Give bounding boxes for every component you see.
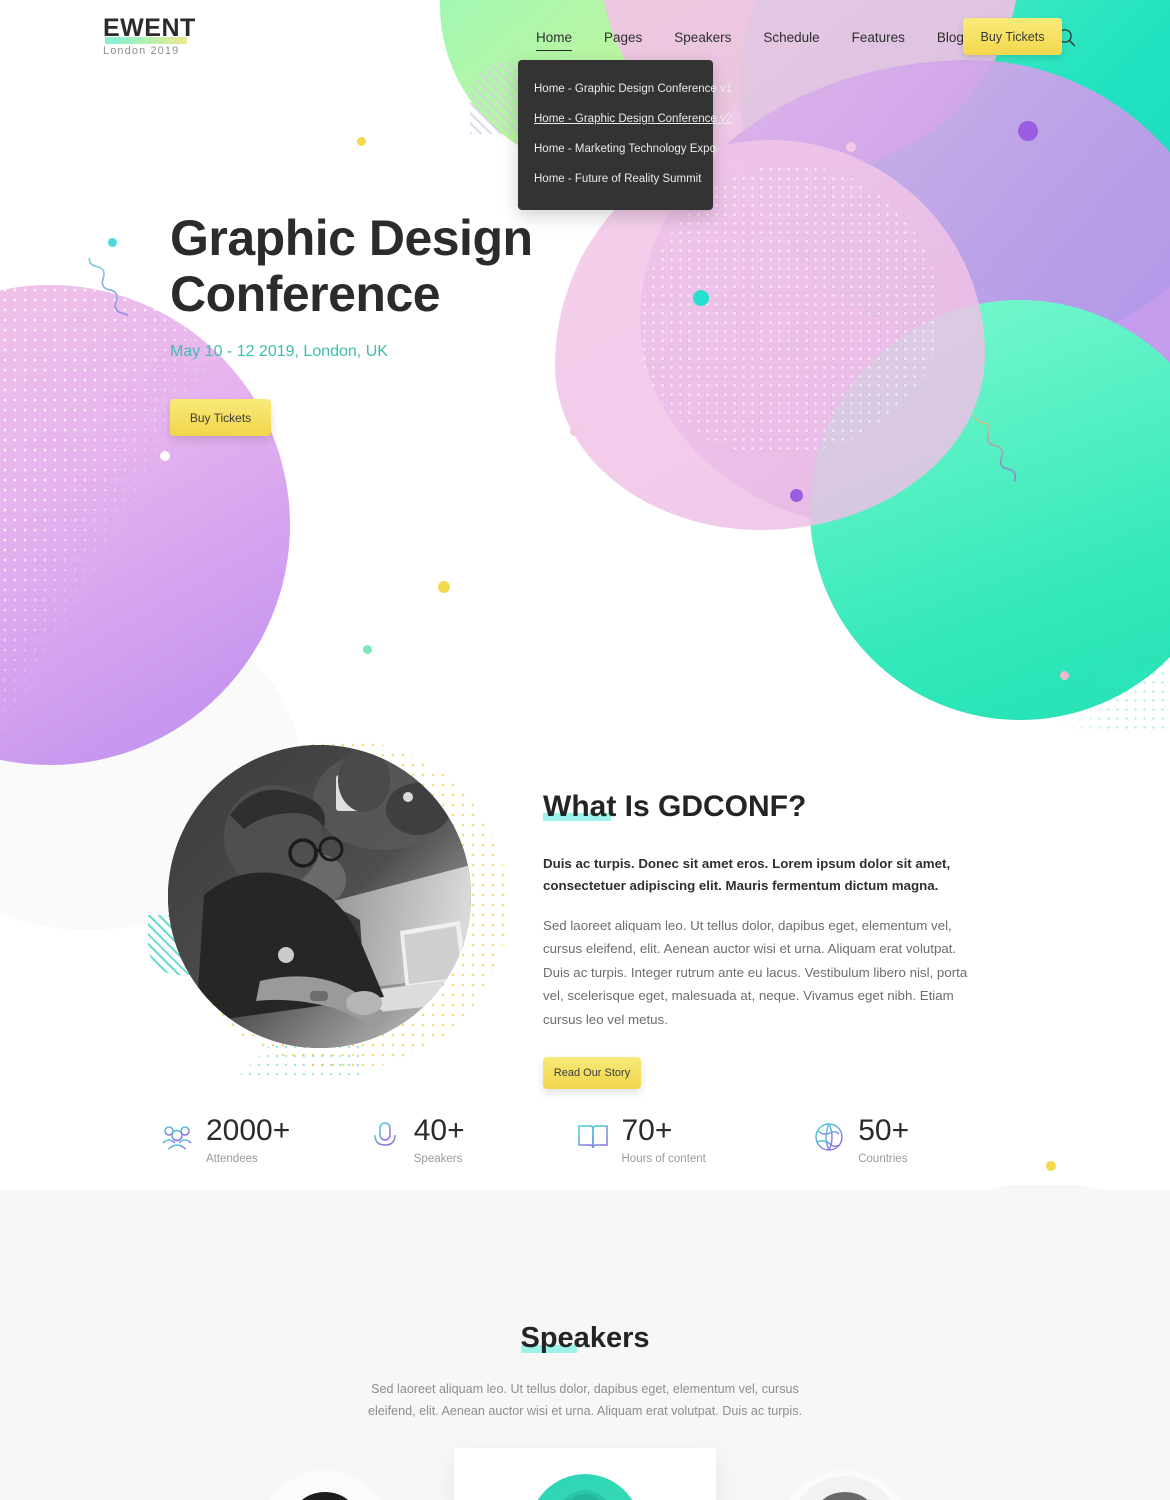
squiggle-line-left [82,258,128,326]
accent-dot-yellow-right [1046,1161,1056,1171]
stat-body: 70+ Hours of content [621,1114,706,1166]
book-icon [576,1120,610,1154]
dropdown-item-v1[interactable]: Home - Graphic Design Conference v1 [518,74,732,104]
accent-dot-cyan [108,238,117,247]
accent-dot-pink-right [1060,671,1069,680]
stat-body: 40+ Speakers [413,1114,465,1166]
blob-teal-lower [810,300,1170,720]
hero-subtitle: May 10 - 12 2019, London, UK [170,343,388,360]
about-section: What Is GDCONF? Duis ac turpis. Donec si… [543,790,973,1090]
speaker-cards-row [0,1448,1170,1500]
speakers-title: Speakers [520,1322,650,1354]
accent-dot-teal-large [693,290,709,306]
hero-title-line2: Conference [170,266,441,322]
speaker-card-left[interactable] [194,1448,456,1500]
logo-text: EWENT [103,14,196,44]
about-lead-paragraph: Duis ac turpis. Donec sit amet eros. Lor… [543,856,951,893]
buy-tickets-button-nav[interactable]: Buy Tickets [963,18,1062,55]
stat-speakers: 40+ Speakers [368,1116,576,1165]
hero-section: Graphic Design Conference May 10 - 12 20… [170,210,533,436]
dropdown-item-v2[interactable]: Home - Graphic Design Conference v2 [518,104,732,134]
people-icon [160,1120,194,1154]
wave-divider [0,1185,1170,1305]
speaker-avatar-center [529,1474,641,1500]
about-title-wrap: What Is GDCONF? [543,790,806,823]
logo[interactable]: EWENT London 2019 [103,14,196,58]
globe-icon [812,1120,846,1154]
buy-tickets-button-hero[interactable]: Buy Tickets [170,399,271,436]
nav-item-features[interactable]: Features [836,26,921,49]
stat-label: Hours of content [621,1153,706,1165]
hero-title: Graphic Design Conference [170,210,533,322]
nav-item-pages[interactable]: Pages [588,26,658,49]
speakers-header: Speakers Sed laoreet aliquam leo. Ut tel… [0,1322,1170,1422]
accent-dot-purple [790,489,803,502]
dropdown-item-marketing-expo[interactable]: Home - Marketing Technology Expo [518,134,716,164]
nav-item-home[interactable]: Home [520,26,588,51]
stat-label: Speakers [413,1153,463,1165]
logo-tagline: London 2019 [103,45,180,57]
page-root: EWENT London 2019 Home Pages Speakers Sc… [0,0,1170,1500]
stat-body: 50+ Countries [858,1114,910,1166]
home-dropdown-menu: Home - Graphic Design Conference v1 Home… [518,60,732,210]
accent-dot-yellow [357,137,366,146]
stat-label: Attendees [206,1153,258,1165]
stat-body: 2000+ Attendees [206,1114,291,1166]
stat-countries: 50+ Countries [812,1116,1020,1165]
hero-title-line1: Graphic Design [170,210,533,266]
accent-dot-pink [846,142,856,152]
stat-number: 40+ [413,1114,465,1147]
squiggle-line-right [968,415,1017,482]
dot-texture-teal [1050,615,1170,735]
accent-dot-white [160,451,170,461]
accent-dot-green [363,645,372,654]
stat-attendees: 2000+ Attendees [160,1116,368,1165]
about-title: What Is GDCONF? [543,790,807,823]
nav-item-speakers[interactable]: Speakers [658,26,747,49]
dropdown-item-reality-summit[interactable]: Home - Future of Reality Summit [518,164,713,194]
stat-number: 2000+ [206,1114,291,1147]
stat-label: Countries [858,1153,908,1165]
nav-item-schedule[interactable]: Schedule [747,26,835,49]
accent-dot-yellow-mid [438,581,450,593]
speaker-card-center[interactable] [454,1448,716,1500]
stat-number: 50+ [858,1114,910,1147]
stat-number: 70+ [621,1114,673,1147]
accent-dot-purple-large [1018,121,1038,141]
stats-row: 2000+ Attendees 40+ Speakers 70+ Hours o… [160,1116,1020,1165]
read-our-story-button[interactable]: Read Our Story [543,1057,641,1090]
microphone-icon [368,1120,402,1154]
about-photo [168,745,471,1048]
about-body-paragraph: Sed laoreet aliquam leo. Ut tellus dolor… [543,918,968,1027]
logo-name: EWENT [103,14,196,42]
stat-hours: 70+ Hours of content [576,1116,813,1165]
speaker-card-right[interactable] [714,1448,976,1500]
speakers-title-wrap: Speakers [520,1322,650,1355]
blob-purple [640,60,1170,530]
accent-dot-pink-small [570,427,579,436]
speakers-subtitle: Sed laoreet aliquam leo. Ut tellus dolor… [367,1382,803,1418]
